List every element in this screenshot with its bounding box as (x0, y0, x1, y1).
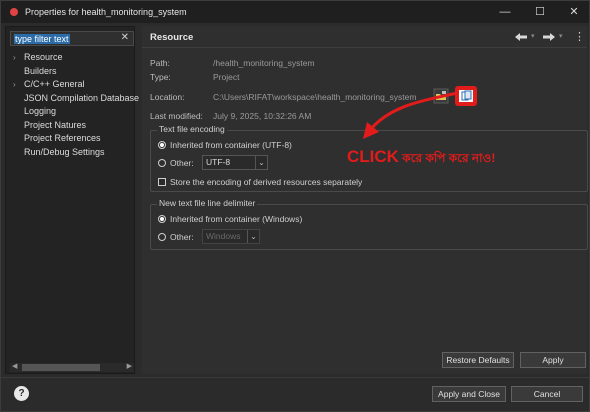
filter-input[interactable]: type filter text ✕ (10, 31, 134, 46)
sidebar-item-builders[interactable]: Builders (10, 65, 140, 79)
restore-defaults-button[interactable]: Restore Defaults (442, 352, 514, 368)
page-header: Resource ▾ ▾ ⋮ (142, 26, 587, 48)
delimiter-inherited-label[interactable]: Inherited from container (Windows) (170, 214, 302, 224)
dialog-footer: ? Apply and Close Cancel (1, 377, 589, 411)
type-value: Project (213, 72, 240, 82)
sidebar-item-cpp-general[interactable]: › C/C++ General (10, 78, 140, 92)
filter-text: type filter text (14, 34, 70, 44)
annotation-rest: করে কপি করে নাও! (398, 151, 496, 165)
delimiter-other-label[interactable]: Other: (170, 232, 194, 242)
delimiter-select-value: Windows (206, 231, 241, 241)
sidebar-item-resource[interactable]: › Resource (10, 51, 140, 65)
resource-page: Resource ▾ ▾ ⋮ Path: /health_monitoring_… (142, 26, 588, 374)
chevron-down-icon[interactable]: ⌄ (255, 156, 267, 169)
property-tree: › Resource Builders › C/C++ General JSON… (10, 51, 140, 159)
apply-and-close-button[interactable]: Apply and Close (432, 386, 506, 402)
line-delimiter-legend: New text file line delimiter (157, 198, 258, 208)
chevron-right-icon[interactable]: › (13, 78, 16, 92)
sidebar-item-label: C/C++ General (24, 79, 85, 89)
menu-dots-icon[interactable]: ⋮ (574, 30, 585, 43)
annotation-click: CLICK (347, 147, 399, 166)
sidebar-item-label: JSON Compilation Database (24, 92, 140, 103)
scroll-left-icon[interactable]: ◀ (12, 362, 17, 370)
path-value: /health_monitoring_system (213, 58, 315, 68)
clear-filter-icon[interactable]: ✕ (121, 32, 129, 43)
delimiter-other-radio[interactable] (158, 233, 166, 241)
delimiter-select[interactable]: Windows ⌄ (202, 229, 260, 244)
scrollbar-thumb[interactable] (22, 364, 100, 371)
scroll-right-icon[interactable]: ▶ (127, 362, 132, 370)
horizontal-scrollbar[interactable]: ◀ ▶ (10, 363, 134, 372)
apply-button[interactable]: Apply (520, 352, 586, 368)
page-title: Resource (150, 32, 194, 43)
close-button[interactable]: ✕ (564, 4, 584, 20)
encoding-select-value: UTF-8 (206, 157, 231, 167)
annotation-text: CLICK করে কপি করে নাও! (347, 147, 495, 170)
back-arrow-icon[interactable] (514, 32, 528, 42)
sidebar-item-run-debug-settings[interactable]: Run/Debug Settings (10, 146, 140, 160)
properties-dialog: Properties for health_monitoring_system … (0, 0, 590, 412)
sidebar-item-logging[interactable]: Logging (10, 105, 140, 119)
chevron-right-icon[interactable]: › (13, 51, 16, 65)
encoding-other-label[interactable]: Other: (170, 158, 194, 168)
window-title: Properties for health_monitoring_system (25, 7, 187, 17)
red-curved-arrow-icon (363, 91, 458, 139)
path-label: Path: (150, 58, 170, 68)
sidebar-item-project-natures[interactable]: Project Natures (10, 119, 140, 133)
sidebar-item-label: Project Natures (24, 119, 87, 130)
sidebar-item-label: Resource (24, 52, 63, 62)
chevron-down-icon[interactable]: ⌄ (247, 230, 259, 243)
sidebar-item-label: Logging (24, 106, 57, 116)
last-modified-value: July 9, 2025, 10:32:26 AM (213, 111, 312, 121)
store-encoding-checkbox[interactable] (158, 178, 166, 186)
maximize-button[interactable]: ☐ (530, 4, 550, 20)
text-encoding-legend: Text file encoding (157, 124, 227, 134)
type-label: Type: (150, 72, 171, 82)
minimize-button[interactable]: — (495, 4, 515, 20)
sidebar-item-label: Project References (24, 133, 101, 143)
forward-arrow-icon[interactable] (542, 32, 556, 42)
sidebar-item-label: Run/Debug Settings (24, 146, 105, 157)
encoding-select[interactable]: UTF-8 ⌄ (202, 155, 268, 170)
sidebar-item-project-references[interactable]: Project References (10, 132, 140, 146)
sidebar: type filter text ✕ › Resource Builders ›… (5, 26, 139, 374)
line-delimiter-group: New text file line delimiter Inherited f… (150, 198, 588, 250)
cancel-button[interactable]: Cancel (511, 386, 583, 402)
app-icon (10, 8, 18, 16)
sidebar-item-json-compilation-database[interactable]: JSON Compilation Database (10, 92, 140, 106)
location-label: Location: (150, 92, 185, 102)
encoding-inherited-label[interactable]: Inherited from container (UTF-8) (170, 140, 292, 150)
back-dropdown-icon[interactable]: ▾ (531, 32, 535, 40)
title-bar: Properties for health_monitoring_system … (1, 1, 589, 23)
encoding-other-radio[interactable] (158, 159, 166, 167)
store-encoding-label[interactable]: Store the encoding of derived resources … (170, 177, 362, 187)
delimiter-inherited-radio[interactable] (158, 215, 166, 223)
forward-dropdown-icon[interactable]: ▾ (559, 32, 563, 40)
sidebar-item-label: Builders (24, 65, 57, 76)
help-icon[interactable]: ? (14, 386, 29, 401)
last-modified-label: Last modified: (150, 111, 203, 121)
encoding-inherited-radio[interactable] (158, 141, 166, 149)
